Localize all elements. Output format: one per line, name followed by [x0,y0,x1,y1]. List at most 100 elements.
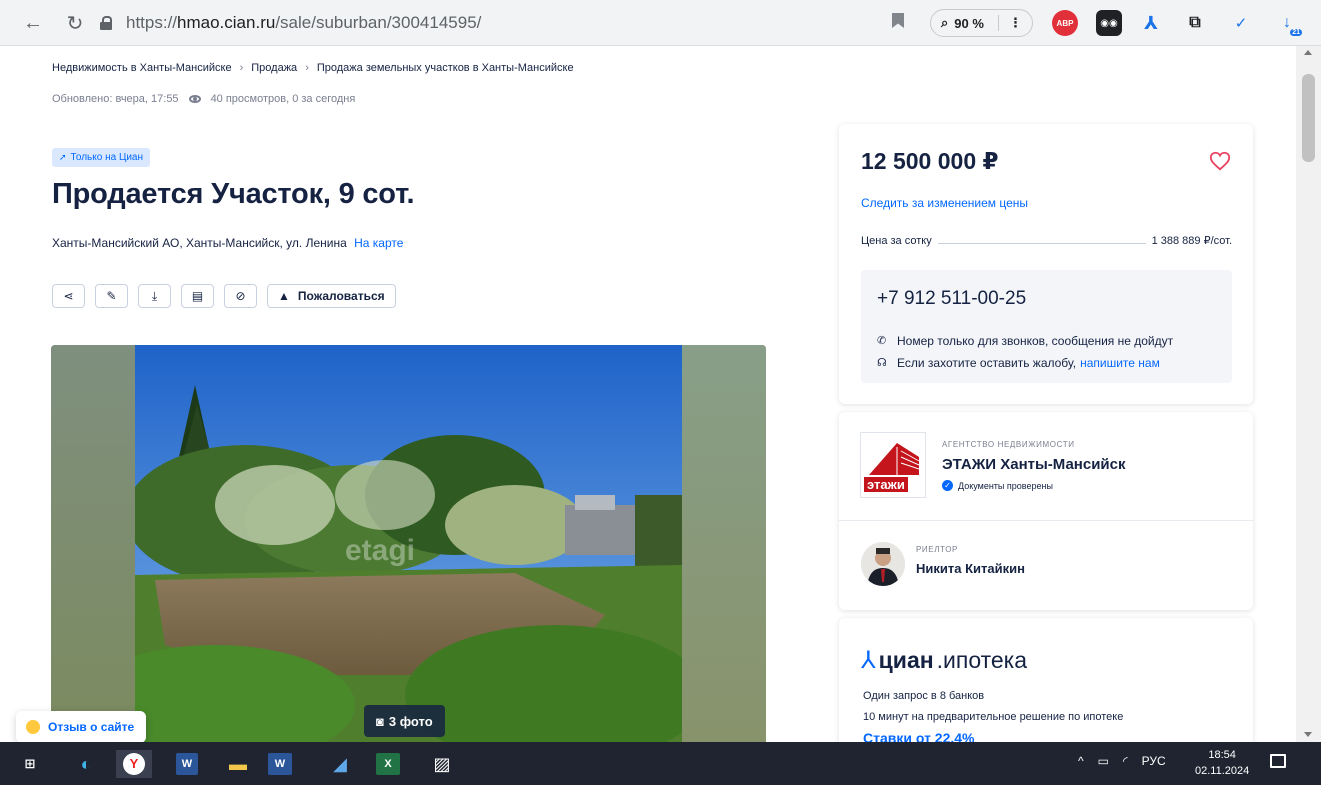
calls-only-text: Номер только для звонков, сообщения не д… [897,334,1174,348]
site-feedback-button[interactable]: Отзыв о сайте [16,711,147,742]
map-link[interactable]: На карте [354,236,403,250]
clock[interactable]: 18:54 02.11.2024 [1195,747,1249,779]
listing-meta: Обновлено: вчера, 17:55 40 просмотров, 0… [52,93,355,105]
heart-icon[interactable] [1209,150,1231,172]
complain-button[interactable]: ▲ Пожаловаться [267,284,396,308]
complaint-text: Если захотите оставить жалобу, [897,356,1077,370]
excel-icon[interactable]: X [376,753,400,775]
listing-page: Недвижимость в Ханты-Мансийске › Продажа… [0,46,1296,742]
track-price-link[interactable]: Следить за изменением цены [861,196,1028,210]
mortgage-line-2: 10 минут на предварительное решение по и… [863,711,1124,723]
notifications-icon[interactable] [1270,754,1286,768]
back-icon[interactable]: ← [16,6,50,40]
price: 12 500 000 ₽ [861,148,999,174]
breadcrumb-item-realty[interactable]: Недвижимость в Ханты-Мансийске [52,62,232,74]
documents-verified: ✓ Документы проверены [942,480,1053,491]
scroll-thumb[interactable] [1302,74,1315,162]
verified-check-icon: ✓ [942,480,953,491]
language-indicator[interactable]: РУС [1142,754,1166,768]
write-us-link[interactable]: напишите нам [1080,356,1160,370]
eye-icon [188,95,201,103]
agency-logo[interactable]: этажи [860,432,926,498]
browser-toolbar: ← ↻ https:// hmao.cian.ru /sale/suburban… [0,0,1321,46]
wifi-icon[interactable]: ◜ [1123,754,1128,768]
acrobat-extension-icon[interactable]: ⅄ [1138,10,1164,36]
dotted-leader [937,243,1146,244]
agency-caption: АГЕНТСТВО НЕДВИЖИМОСТИ [942,440,1075,449]
more-menu-icon[interactable]: ⋮ [997,15,1022,31]
download-button[interactable]: ⤓ [138,284,171,308]
scroll-up-icon[interactable] [1304,50,1312,55]
word-icon[interactable]: W [268,753,292,775]
yandex-browser-icon[interactable]: Y [116,750,152,778]
agency-name[interactable]: ЭТАЖИ Ханты-Мансийск [942,456,1126,473]
agent-card: этажи АГЕНТСТВО НЕДВИЖИМОСТИ ЭТАЖИ Ханты… [839,412,1253,610]
divider [839,520,1253,521]
main-photo[interactable]: etagi ◙ 3 фото [135,345,682,742]
feedback-label: Отзыв о сайте [48,720,135,734]
file-explorer-icon[interactable]: ▬ [224,750,252,778]
chevron-up-icon[interactable]: ^ [1078,754,1084,768]
mortgage-card[interactable]: ⅄ циан .ипотека Один запрос в 8 банков 10… [839,618,1253,742]
word-pad-icon[interactable]: W [176,753,198,775]
cian-arrow-icon: ➚ [59,152,67,162]
incognito-extension-icon[interactable]: ◉◉ [1096,10,1122,36]
cian-mortgage-logo: ⅄ циан .ипотека [861,646,1027,675]
land-plot-photo: etagi [135,345,682,742]
clock-date: 02.11.2024 [1195,765,1250,777]
windows-start-icon[interactable]: ⊞ [16,750,44,778]
adblock-extension-icon[interactable]: ABP [1052,10,1078,36]
address-bar[interactable]: https:// hmao.cian.ru /sale/suburban/300… [100,8,920,38]
mortgage-line-1: Один запрос в 8 банков [863,690,985,702]
eye-off-icon: ⊘ [235,289,246,303]
photos-icon[interactable]: ▨ [428,750,456,778]
battery-icon[interactable]: ▭ [1098,754,1109,768]
photo-count-label: 3 фото [388,713,433,729]
share-button[interactable]: ⋖ [52,284,85,308]
views-count[interactable]: 40 просмотров, 0 за сегодня [211,93,356,105]
realtor-name[interactable]: Никита Китайкин [916,561,1025,576]
mortgage-logo-bold: циан [878,647,934,673]
photo-count-badge[interactable]: ◙ 3 фото [364,705,445,737]
breadcrumb-item-land[interactable]: Продажа земельных участков в Ханты-Манси… [317,62,574,74]
downloads-icon[interactable]: ↓ 21 [1274,10,1302,36]
download-icon: ⤓ [151,288,158,303]
zoom-button[interactable]: ⌕ 90 % ⋮ [930,9,1033,37]
watermark-text: etagi [345,534,415,567]
url-prefix: https:// [126,13,178,32]
address: Ханты-Мансийский АО, Ханты-Мансийск, ул.… [52,236,403,250]
verified-label: Документы проверены [958,480,1053,491]
translate-extension-icon[interactable]: ⧉ [1182,10,1208,36]
printer-icon: ▤ [191,289,204,303]
hide-button[interactable]: ⊘ [224,284,257,308]
note-button[interactable]: ✎ [95,284,128,308]
complaint-note: ☊ Если захотите оставить жалобу, напишит… [877,356,1160,370]
mortgage-rates-link[interactable]: Ставки от 22,4% [863,730,975,742]
avatar[interactable] [861,542,905,586]
exclusive-badge: ➚ Только на Циан [52,148,151,167]
clock-time: 18:54 [1208,749,1236,761]
breadcrumb-item-sale[interactable]: Продажа [251,62,297,74]
badge-label: Только на Циан [70,152,144,163]
photo-gallery[interactable]: etagi ◙ 3 фото [51,345,766,742]
edge-icon[interactable]: ◐ [72,750,100,778]
cian-logo-icon: ⅄ [861,647,876,674]
scroll-down-icon[interactable] [1304,732,1312,737]
price-per-sotka-label: Цена за сотку [861,235,932,247]
print-button[interactable]: ▤ [181,284,214,308]
price-per-sotka-value: 1 388 889 ₽/сот. [1151,235,1232,247]
notes-app-icon[interactable]: ◢ [326,750,354,778]
price-card: 12 500 000 ₽ Следить за изменением цены … [839,124,1253,404]
page-title: Продается Участок, 9 сот. [52,178,415,210]
realtor-photo [861,542,905,586]
breadcrumb-separator-icon: › [305,62,309,74]
price-per-sotka: Цена за сотку 1 388 889 ₽/сот. [861,234,1232,247]
breadcrumb: Недвижимость в Ханты-Мансийске › Продажа… [52,62,574,74]
page-scrollbar[interactable] [1296,46,1321,742]
reload-icon[interactable]: ↻ [58,6,92,40]
phone-number[interactable]: +7 912 511-00-25 [877,288,1026,310]
action-bar: ⋖ ✎ ⤓ ▤ ⊘ ▲ Пожаловаться [52,284,396,308]
share-icon: ⋖ [63,289,74,303]
system-tray: ^ ▭ ◜ РУС [1078,754,1166,768]
profile-extension-icon[interactable]: ✓ [1228,10,1254,36]
